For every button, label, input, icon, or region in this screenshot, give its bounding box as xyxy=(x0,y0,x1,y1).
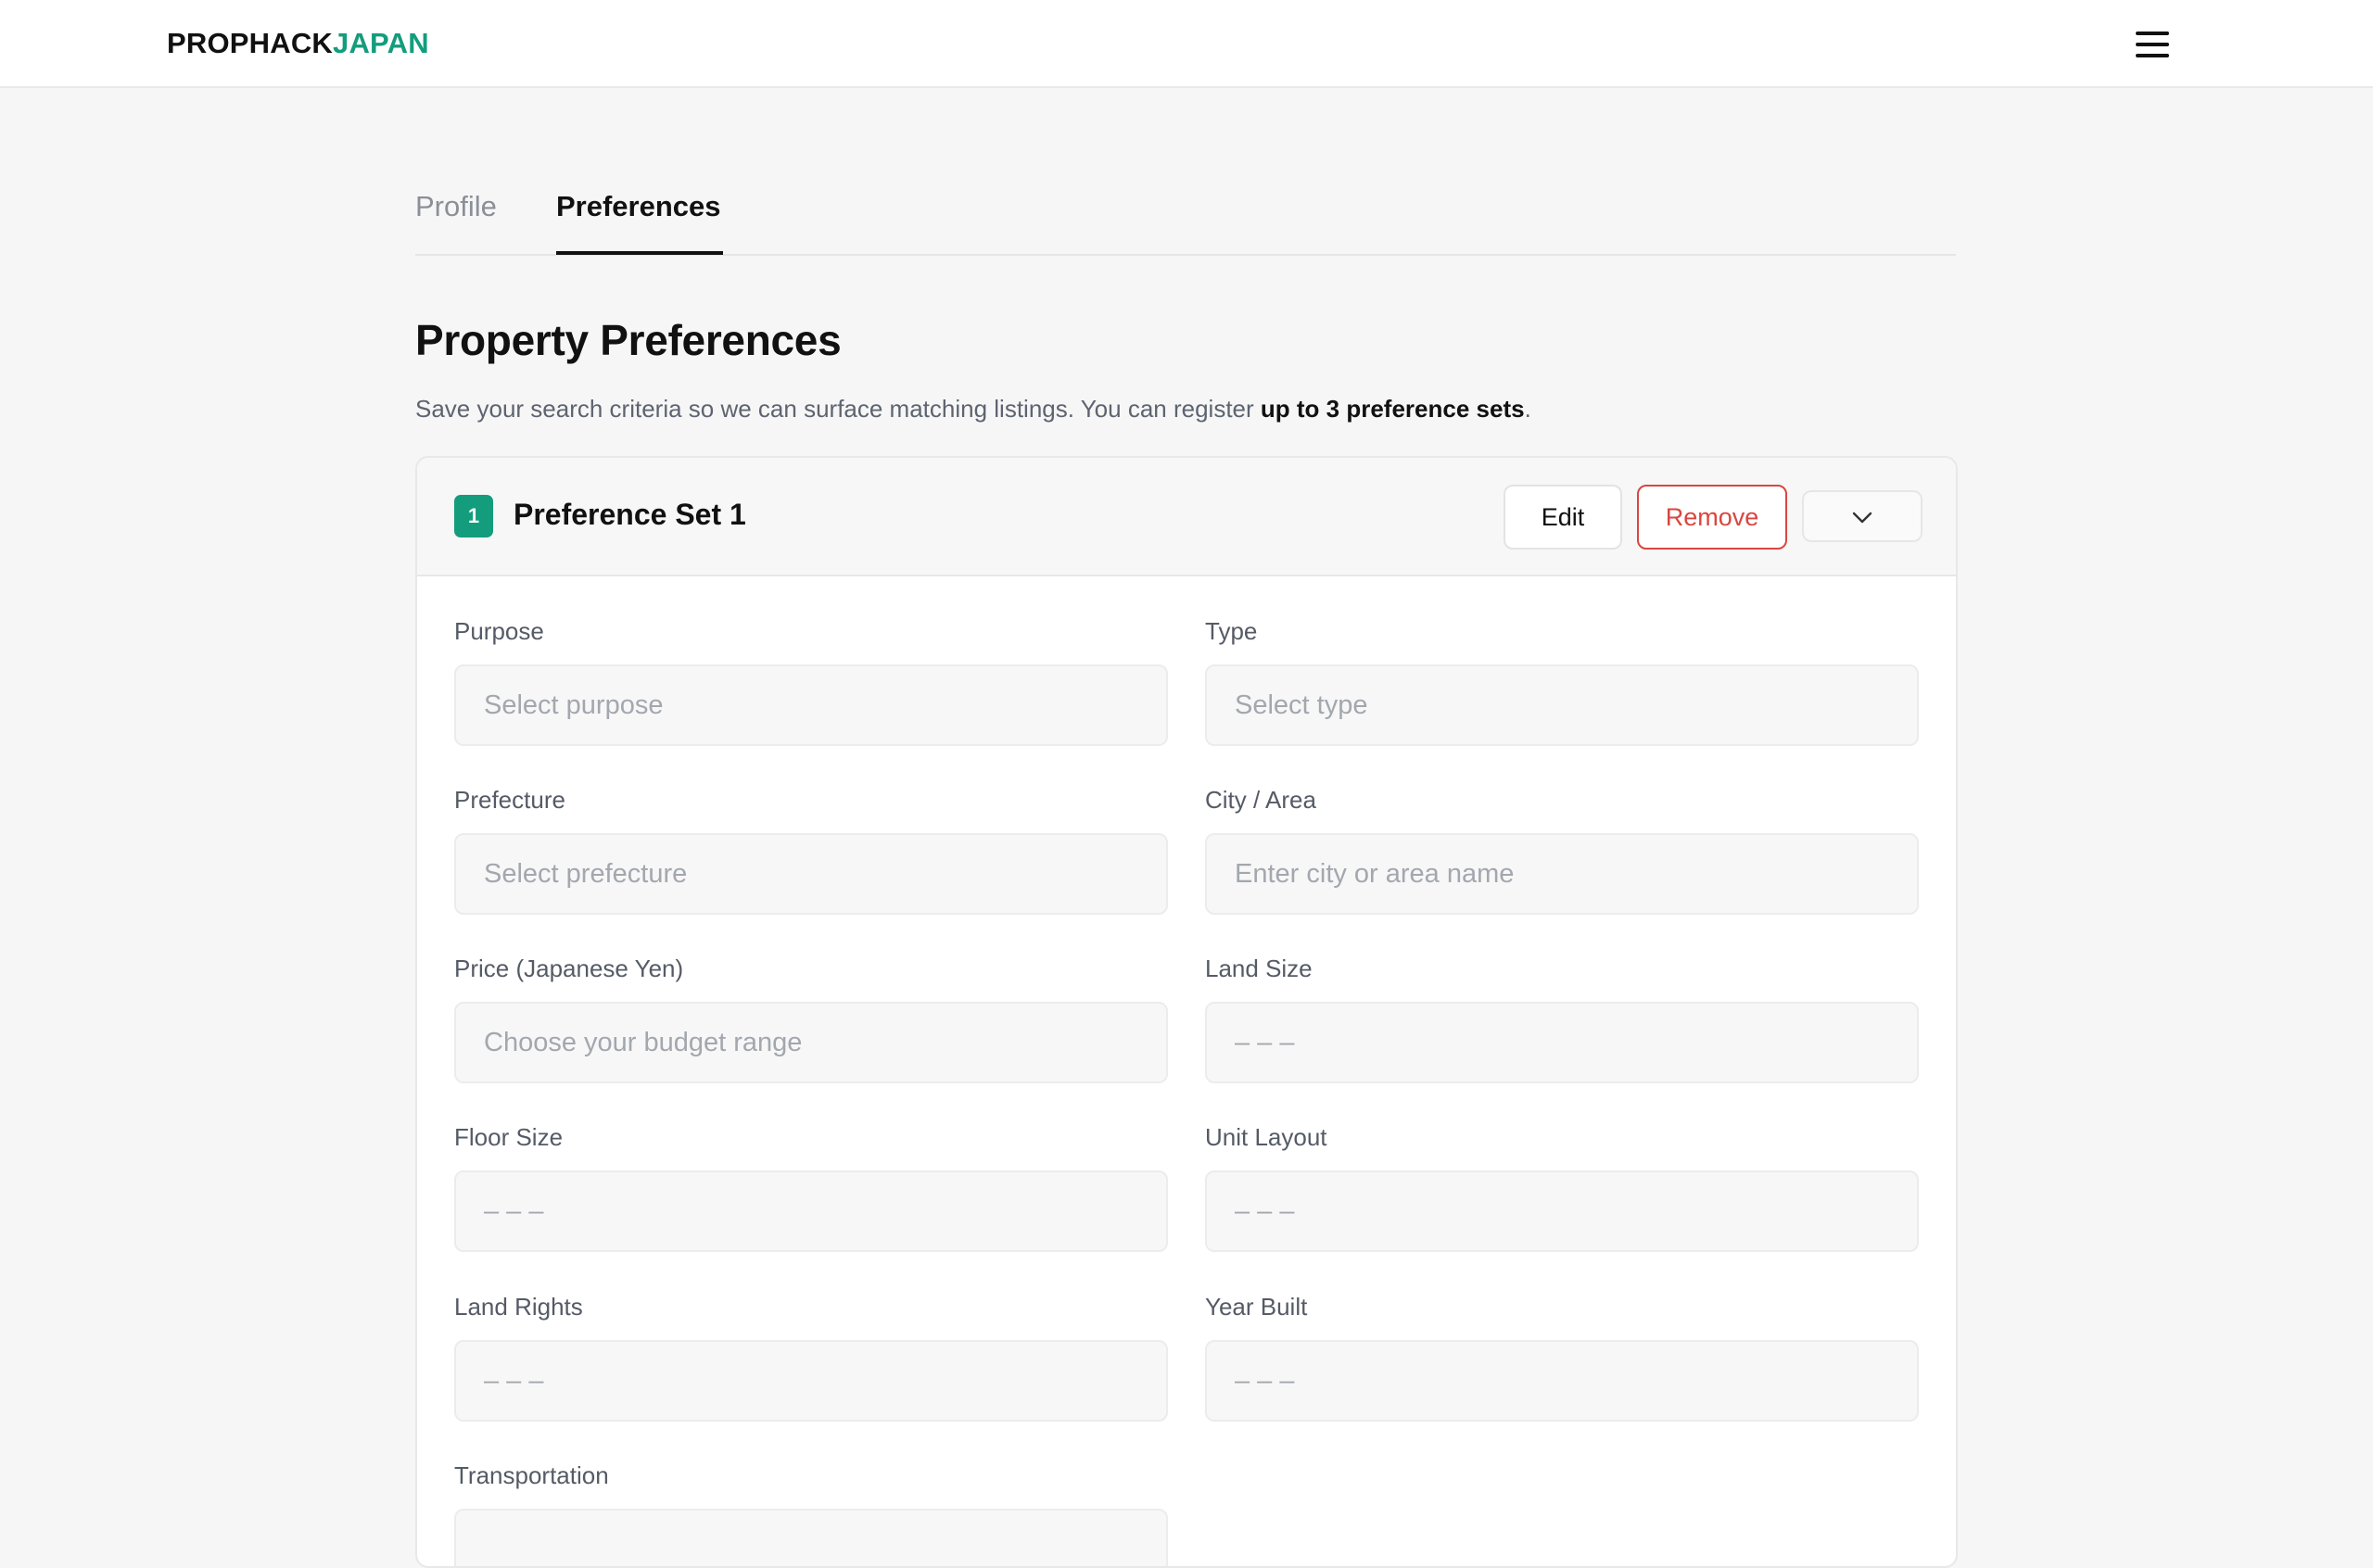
preference-set-card: 1 Preference Set 1 Edit Remove Purpose S… xyxy=(415,456,1958,1568)
subtitle-emphasis: up to 3 preference sets xyxy=(1260,395,1525,423)
land-size-label: Land Size xyxy=(1205,955,1313,982)
edit-button[interactable]: Edit xyxy=(1504,485,1622,550)
prefecture-select[interactable]: Select prefecture xyxy=(454,833,1168,915)
preference-set-header: 1 Preference Set 1 Edit Remove xyxy=(417,458,1956,576)
brand-logo[interactable]: PROPHACKJAPAN xyxy=(167,27,429,60)
prefecture-label: Prefecture xyxy=(454,786,565,814)
brand-logo-part2: JAPAN xyxy=(333,27,429,59)
collapse-toggle-button[interactable] xyxy=(1802,490,1923,542)
land-rights-select[interactable]: – – – xyxy=(454,1340,1168,1422)
floor-size-select[interactable]: – – – xyxy=(454,1170,1168,1252)
subtitle-text: Save your search criteria so we can surf… xyxy=(415,395,1261,423)
remove-button[interactable]: Remove xyxy=(1637,485,1787,550)
floor-size-label: Floor Size xyxy=(454,1123,564,1151)
type-label: Type xyxy=(1205,617,1258,645)
purpose-select[interactable]: Select purpose xyxy=(454,664,1168,746)
hamburger-menu-icon[interactable] xyxy=(2136,32,2169,57)
subtitle-period: . xyxy=(1524,395,1531,423)
city-input[interactable]: Enter city or area name xyxy=(1205,833,1919,915)
year-built-select[interactable]: – – – xyxy=(1205,1340,1919,1422)
preference-set-title: Preference Set 1 xyxy=(514,498,746,531)
unit-layout-label: Unit Layout xyxy=(1205,1123,1327,1151)
chevron-down-icon xyxy=(1852,512,1872,524)
year-built-label: Year Built xyxy=(1205,1293,1308,1321)
tab-bar: Profile Preferences xyxy=(415,167,1956,256)
brand-logo-part1: PROPHACK xyxy=(167,27,334,59)
price-label: Price (Japanese Yen) xyxy=(454,955,684,982)
type-select[interactable]: Select type xyxy=(1205,664,1919,746)
preference-set-number-badge: 1 xyxy=(454,495,493,537)
price-select[interactable]: Choose your budget range xyxy=(454,1002,1168,1083)
tab-profile[interactable]: Profile xyxy=(415,190,497,223)
purpose-label: Purpose xyxy=(454,617,544,645)
transportation-select[interactable] xyxy=(454,1509,1168,1566)
active-tab-indicator xyxy=(556,251,723,255)
land-rights-label: Land Rights xyxy=(454,1293,583,1321)
top-navigation-bar: PROPHACKJAPAN xyxy=(0,0,2373,88)
tab-preferences[interactable]: Preferences xyxy=(556,190,721,223)
land-size-select[interactable]: – – – xyxy=(1205,1002,1919,1083)
city-label: City / Area xyxy=(1205,786,1316,814)
page-title: Property Preferences xyxy=(415,316,842,364)
unit-layout-select[interactable]: – – – xyxy=(1205,1170,1919,1252)
page-subtitle: Save your search criteria so we can surf… xyxy=(415,395,1531,424)
transportation-label: Transportation xyxy=(454,1461,609,1489)
